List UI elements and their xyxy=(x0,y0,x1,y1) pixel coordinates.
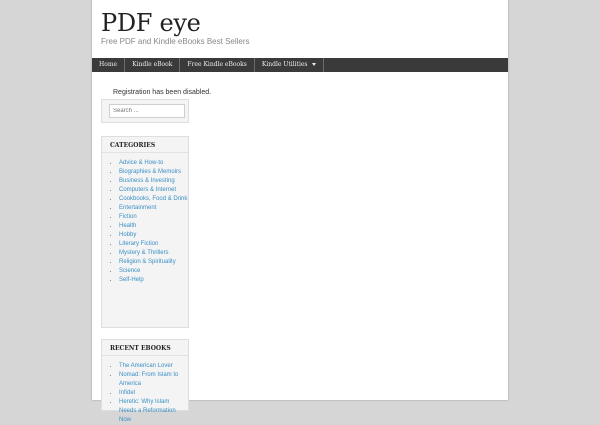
page-container: PDF eye Free PDF and Kindle eBooks Best … xyxy=(92,0,508,423)
category-link[interactable]: Literary Fiction xyxy=(119,240,188,249)
category-link[interactable]: Self-Help xyxy=(119,276,188,285)
recent-ebook-link[interactable]: Infidel xyxy=(119,389,188,398)
nav-item-kindle-utilities[interactable]: Kindle Utilities xyxy=(255,58,324,72)
nav-item-label: Kindle Utilities xyxy=(261,61,308,68)
search-widget xyxy=(101,99,189,123)
category-link[interactable]: Hobby xyxy=(119,231,188,240)
category-link[interactable]: Entertainment xyxy=(119,204,188,213)
nav-item-label: Kindle eBook xyxy=(132,61,173,68)
recent-ebook-link[interactable]: The American Lover xyxy=(119,362,188,371)
nav-item-kindle-ebook[interactable]: Kindle eBook xyxy=(125,58,181,72)
nav-item-label: Free Kindle eBooks xyxy=(187,61,247,68)
category-link[interactable]: Religion & Spirituality xyxy=(119,258,188,267)
category-link[interactable]: Cookbooks, Food & Drink xyxy=(119,195,188,204)
recent-ebook-link[interactable]: Nomad: From Islam to America xyxy=(119,371,188,389)
main-nav: Home Kindle eBook Free Kindle eBooks Kin… xyxy=(92,58,508,72)
widget-title: RECENT EBOOKS xyxy=(102,340,188,356)
category-link[interactable]: Fiction xyxy=(119,213,188,222)
nav-item-label: Home xyxy=(99,61,118,68)
search-input[interactable] xyxy=(109,104,185,118)
recent-ebooks-list: The American Lover Nomad: From Islam to … xyxy=(102,362,188,425)
recent-ebook-link[interactable]: Heretic: Why Islam Needs a Reformation N… xyxy=(119,398,188,425)
category-link[interactable]: Computers & Internet xyxy=(119,186,188,195)
widget-title: CATEGORIES xyxy=(102,137,188,153)
category-link[interactable]: Business & Investing xyxy=(119,177,188,186)
nav-item-free-kindle-ebooks[interactable]: Free Kindle eBooks xyxy=(180,58,255,72)
nav-item-home[interactable]: Home xyxy=(92,58,126,72)
category-link[interactable]: Health xyxy=(119,222,188,231)
registration-notice: Registration has been disabled. xyxy=(113,89,212,96)
category-link[interactable]: Advice & How-to xyxy=(119,159,188,168)
categories-widget: CATEGORIES Advice & How-to Biographies &… xyxy=(101,136,189,328)
recent-ebooks-widget: RECENT EBOOKS The American Lover Nomad: … xyxy=(101,339,189,423)
category-link[interactable]: Biographies & Memoirs xyxy=(119,168,188,177)
site-title[interactable]: PDF eye xyxy=(101,8,201,38)
chevron-down-icon xyxy=(311,63,316,66)
site-tagline: Free PDF and Kindle eBooks Best Sellers xyxy=(101,37,250,46)
category-list: Advice & How-to Biographies & Memoirs Bu… xyxy=(102,159,188,285)
category-link[interactable]: Mystery & Thrillers xyxy=(119,249,188,258)
category-link[interactable]: Science xyxy=(119,267,188,276)
